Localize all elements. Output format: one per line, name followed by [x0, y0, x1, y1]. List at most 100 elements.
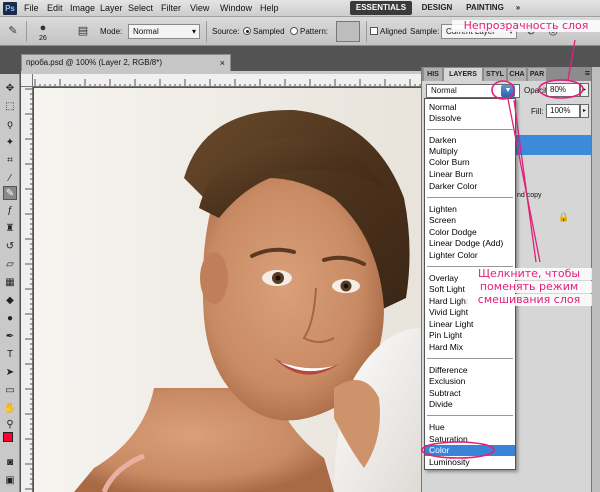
blend-option[interactable]: Subtract: [425, 388, 515, 399]
tab-paths[interactable]: PAR: [528, 68, 546, 81]
foreground-color-swatch[interactable]: [3, 432, 13, 442]
blend-option[interactable]: Difference: [425, 365, 515, 376]
separator: [26, 21, 27, 42]
opacity-slider-toggle[interactable]: ▸: [580, 83, 589, 97]
tab-styles[interactable]: STYL: [484, 68, 506, 81]
menu-help[interactable]: Help: [260, 3, 279, 13]
fill-label: Fill:: [531, 107, 544, 116]
fill-input[interactable]: 100%: [546, 104, 580, 118]
blend-option[interactable]: Normal: [425, 102, 515, 113]
blend-option[interactable]: Pin Light: [425, 330, 515, 341]
tab-layers[interactable]: LAYERS: [444, 68, 482, 81]
healing-brush-tool-icon[interactable]: ✎: [3, 186, 17, 200]
blend-option-highlighted[interactable]: Color: [425, 445, 515, 456]
fill-slider-toggle[interactable]: ▸: [580, 104, 589, 118]
opacity-input[interactable]: 80%: [546, 83, 580, 97]
clone-stamp-tool-icon[interactable]: ♜: [3, 222, 17, 236]
blend-option[interactable]: Linear Dodge (Add): [425, 238, 515, 249]
aligned-checkbox[interactable]: [370, 27, 378, 35]
document-title: проба.psd @ 100% (Layer 2, RGB/8*): [26, 58, 163, 67]
mode-dropdown[interactable]: Normal: [128, 24, 200, 39]
workspace-painting[interactable]: PAINTING: [461, 1, 509, 15]
path-selection-tool-icon[interactable]: ➤: [3, 366, 17, 380]
divider: [427, 197, 513, 198]
blend-option[interactable]: Saturation: [425, 434, 515, 445]
marquee-tool-icon[interactable]: ⬚: [3, 100, 17, 114]
brush-size-label: 26: [39, 35, 47, 42]
document-canvas[interactable]: [34, 88, 422, 492]
eraser-tool-icon[interactable]: ▱: [3, 258, 17, 272]
horizontal-ruler[interactable]: [33, 74, 421, 87]
workspace-more[interactable]: »: [512, 1, 524, 15]
blend-option[interactable]: Linear Burn: [425, 169, 515, 180]
blend-option[interactable]: Darken: [425, 135, 515, 146]
chevron-down-icon[interactable]: ▼: [501, 85, 515, 97]
menu-select[interactable]: Select: [128, 3, 153, 13]
quick-mask-icon[interactable]: ◙: [3, 456, 17, 470]
quick-selection-tool-icon[interactable]: ✦: [3, 136, 17, 150]
menu-view[interactable]: View: [190, 3, 209, 13]
selected-layer-row[interactable]: [516, 135, 592, 155]
zoom-tool-icon[interactable]: ⚲: [3, 418, 17, 432]
blend-option[interactable]: Divide: [425, 399, 515, 410]
blend-option[interactable]: Hue: [425, 422, 515, 433]
sampled-radio[interactable]: [243, 27, 251, 35]
screen-mode-icon[interactable]: ▣: [3, 474, 17, 488]
separator: [366, 21, 367, 42]
blend-option[interactable]: Color Burn: [425, 157, 515, 168]
blend-option[interactable]: Exclusion: [425, 376, 515, 387]
document-tab[interactable]: проба.psd @ 100% (Layer 2, RGB/8*) ×: [21, 54, 231, 71]
pattern-picker[interactable]: [336, 21, 360, 42]
panel-tabs: HIS LAYERS STYL CHA PAR ≡: [422, 67, 592, 81]
close-icon[interactable]: ×: [220, 55, 225, 71]
brush-tool-icon[interactable]: ƒ: [3, 204, 17, 218]
move-tool-icon[interactable]: ✥: [3, 82, 17, 96]
menu-file[interactable]: File: [24, 3, 39, 13]
blend-option[interactable]: Lighten: [425, 204, 515, 215]
hand-tool-icon[interactable]: ✋: [3, 402, 17, 416]
pattern-label: Pattern:: [300, 27, 329, 36]
ruler-origin[interactable]: [21, 74, 33, 87]
menu-edit[interactable]: Edit: [47, 3, 63, 13]
menu-filter[interactable]: Filter: [161, 3, 181, 13]
blend-option[interactable]: Linear Light: [425, 319, 515, 330]
shape-tool-icon[interactable]: ▭: [3, 384, 17, 398]
blend-option[interactable]: Screen: [425, 215, 515, 226]
tab-channels[interactable]: CHA: [508, 68, 526, 81]
aligned-label: Aligned: [380, 27, 407, 36]
lock-icon: 🔒: [558, 212, 570, 222]
blend-option[interactable]: Color Dodge: [425, 227, 515, 238]
healing-brush-tool-icon[interactable]: ✎: [4, 22, 22, 40]
eyedropper-tool-icon[interactable]: ⁄: [3, 172, 17, 186]
source-label: Source:: [212, 27, 240, 36]
dodge-tool-icon[interactable]: ●: [3, 312, 17, 326]
lasso-tool-icon[interactable]: ϙ: [3, 118, 17, 132]
blend-option[interactable]: Hard Mix: [425, 342, 515, 353]
collapsed-panel-dock[interactable]: [591, 67, 600, 492]
workspace-design[interactable]: DESIGN: [418, 1, 456, 15]
menu-image[interactable]: Image: [70, 3, 95, 13]
crop-tool-icon[interactable]: ⌗: [3, 154, 17, 168]
blend-option[interactable]: Darker Color: [425, 181, 515, 192]
mode-label: Mode:: [100, 27, 123, 36]
blend-option[interactable]: Lighter Color: [425, 250, 515, 261]
blend-option[interactable]: Dissolve: [425, 113, 515, 124]
menu-layer[interactable]: Layer: [100, 3, 123, 13]
brush-settings-icon[interactable]: ▤: [74, 22, 92, 40]
blur-tool-icon[interactable]: ◆: [3, 294, 17, 308]
tab-history[interactable]: HIS: [424, 68, 442, 81]
gradient-tool-icon[interactable]: ▦: [3, 276, 17, 290]
blend-option[interactable]: Multiply: [425, 146, 515, 157]
workspace-essentials[interactable]: ESSENTIALS: [350, 1, 412, 15]
menu-window[interactable]: Window: [220, 3, 252, 13]
history-brush-tool-icon[interactable]: ↺: [3, 240, 17, 254]
pattern-radio[interactable]: [290, 27, 298, 35]
menu-bar: Ps File Edit Image Layer Select Filter V…: [0, 0, 600, 17]
vertical-ruler[interactable]: [21, 87, 33, 492]
panel-menu-icon[interactable]: ≡: [585, 68, 590, 78]
blend-option[interactable]: Vivid Light: [425, 307, 515, 318]
blend-option[interactable]: Luminosity: [425, 457, 515, 468]
pen-tool-icon[interactable]: ✒: [3, 330, 17, 344]
type-tool-icon[interactable]: T: [3, 348, 17, 362]
divider: [427, 415, 513, 416]
